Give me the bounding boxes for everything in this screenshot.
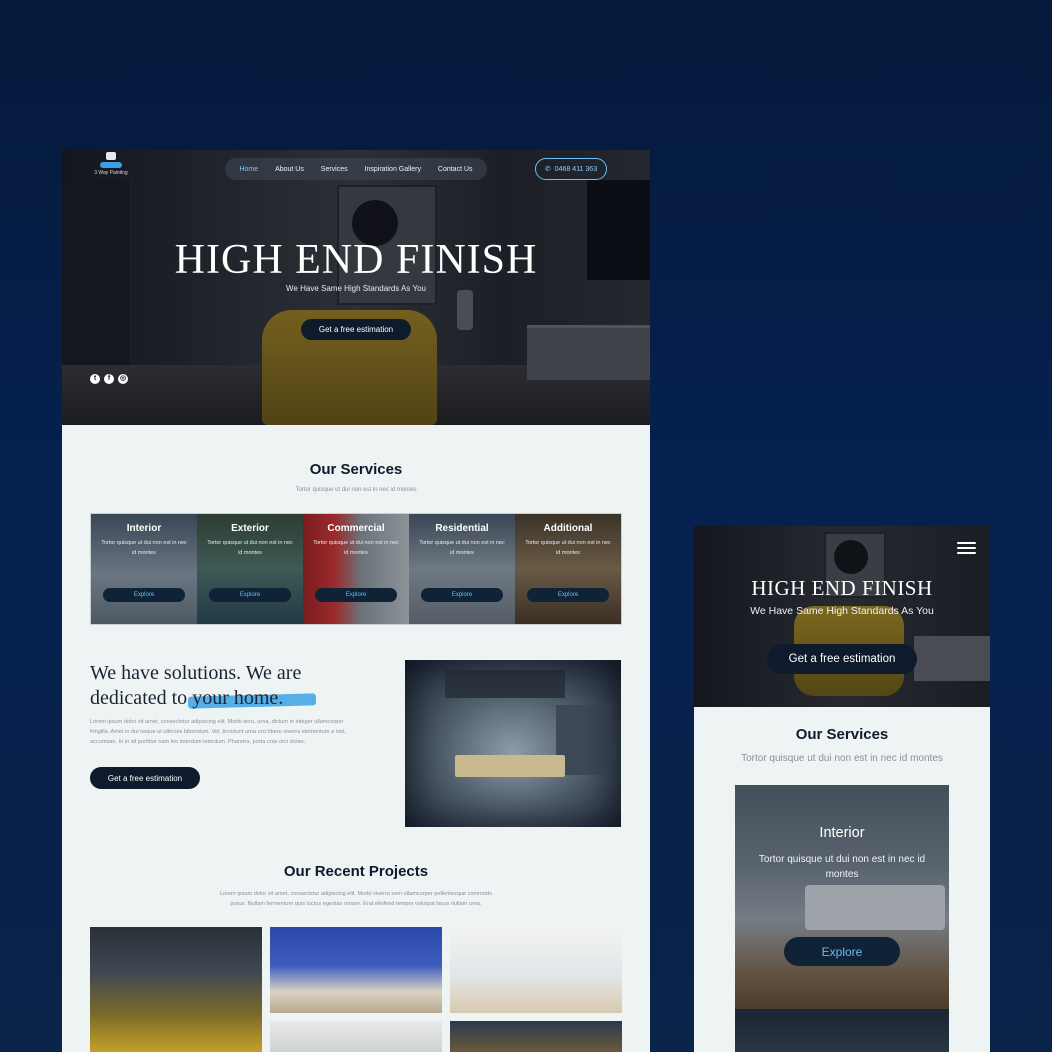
mobile-hero-subtitle: We Have Same High Standards As You bbox=[750, 605, 934, 617]
instagram-icon[interactable]: ◎ bbox=[118, 374, 128, 384]
phone-number: 0468 411 363 bbox=[554, 165, 598, 173]
logo-icon bbox=[106, 152, 116, 160]
mobile-mockup: HIGH END FINISH We Have Same High Standa… bbox=[694, 526, 990, 1052]
mobile-services-subtitle: Tortor quisque ut dui non est in nec id … bbox=[741, 753, 943, 764]
social-links: t f ◎ bbox=[90, 374, 128, 384]
solutions-heading-prefix: dedicated to bbox=[90, 687, 193, 709]
solutions-heading-line1: We have solutions. We are bbox=[90, 662, 302, 684]
service-text: Tortor quisque ut dui non est in nec id … bbox=[525, 540, 611, 556]
hero-title: HIGH END FINISH bbox=[174, 237, 538, 283]
service-title: Residential bbox=[435, 523, 489, 534]
service-title: Interior bbox=[819, 825, 865, 841]
solutions-body: Lorem ipsum dolor sit amet, consectetur … bbox=[90, 719, 346, 745]
explore-button[interactable]: Explore bbox=[421, 588, 503, 602]
services-title: Our Services bbox=[309, 461, 403, 478]
hamburger-menu-icon[interactable] bbox=[957, 542, 976, 556]
service-card-commercial[interactable]: Commercial Tortor quisque ut dui non est… bbox=[303, 514, 409, 624]
explore-button[interactable]: Explore bbox=[527, 588, 609, 602]
service-title: Commercial bbox=[327, 523, 385, 534]
solutions-heading: We have solutions. We are dedicated to y… bbox=[90, 661, 390, 711]
nav-services[interactable]: Services bbox=[321, 166, 348, 173]
service-text: Tortor quisque ut dui non est in nec id … bbox=[101, 540, 187, 556]
explore-button[interactable]: Explore bbox=[784, 937, 900, 966]
project-tile[interactable] bbox=[450, 1021, 622, 1052]
service-card-interior[interactable]: Interior Tortor quisque ut dui non est i… bbox=[91, 514, 197, 624]
explore-button[interactable]: Explore bbox=[315, 588, 397, 602]
solutions-heading-highlight: your home. bbox=[188, 686, 317, 711]
main-nav: Home About Us Services Inspiration Galle… bbox=[225, 158, 487, 180]
service-title: Additional bbox=[543, 523, 593, 534]
nav-contact-us[interactable]: Contact Us bbox=[438, 166, 473, 173]
mobile-service-card-interior[interactable]: Interior Tortor quisque ut dui non est i… bbox=[735, 785, 949, 1009]
facebook-icon[interactable]: f bbox=[104, 374, 114, 384]
project-tile[interactable] bbox=[270, 927, 442, 1013]
projects-subtitle: Lorem ipsum dolor sit amet, consectetur … bbox=[219, 891, 493, 907]
project-tile[interactable] bbox=[270, 1021, 442, 1052]
services-row: Interior Tortor quisque ut dui non est i… bbox=[90, 513, 622, 625]
service-title: Exterior bbox=[231, 523, 269, 534]
hero-estimate-button[interactable]: Get a free estimation bbox=[301, 319, 411, 340]
project-tile[interactable] bbox=[90, 927, 262, 1052]
service-text: Tortor quisque ut dui non est in nec id … bbox=[313, 540, 399, 556]
explore-button[interactable]: Explore bbox=[103, 588, 185, 602]
hero-section: 3 Way Painting Home About Us Services In… bbox=[62, 150, 650, 425]
projects-title: Our Recent Projects bbox=[283, 863, 429, 880]
phone-icon: ✆ bbox=[544, 166, 551, 173]
mobile-estimate-button[interactable]: Get a free estimation bbox=[767, 644, 917, 674]
mobile-hero-title: HIGH END FINISH bbox=[751, 576, 933, 600]
service-text: Tortor quisque ut dui non est in nec id … bbox=[758, 854, 926, 880]
desktop-mockup: 3 Way Painting Home About Us Services In… bbox=[62, 150, 650, 1052]
nav-about-us[interactable]: About Us bbox=[275, 166, 304, 173]
twitter-icon[interactable]: t bbox=[90, 374, 100, 384]
service-card-additional[interactable]: Additional Tortor quisque ut dui non est… bbox=[515, 514, 621, 624]
phone-button[interactable]: ✆ 0468 411 363 bbox=[535, 158, 607, 180]
site-logo[interactable]: 3 Way Painting bbox=[88, 152, 134, 186]
kitchen-image bbox=[405, 660, 621, 827]
service-text: Tortor quisque ut dui non est in nec id … bbox=[419, 540, 505, 556]
services-subtitle: Tortor quisque ut dui non est in nec id … bbox=[295, 487, 417, 493]
logo-text: 3 Way Painting bbox=[94, 170, 128, 176]
service-card-exterior[interactable]: Exterior Tortor quisque ut dui non est i… bbox=[197, 514, 303, 624]
service-card-residential[interactable]: Residential Tortor quisque ut dui non es… bbox=[409, 514, 515, 624]
mobile-services-title: Our Services bbox=[795, 726, 889, 743]
service-text: Tortor quisque ut dui non est in nec id … bbox=[207, 540, 293, 556]
mobile-hero-section: HIGH END FINISH We Have Same High Standa… bbox=[694, 526, 990, 707]
nav-inspiration-gallery[interactable]: Inspiration Gallery bbox=[365, 166, 421, 173]
solutions-estimate-button[interactable]: Get a free estimation bbox=[90, 767, 200, 789]
hero-subtitle: We Have Same High Standards As You bbox=[286, 284, 426, 293]
mobile-service-card-next[interactable] bbox=[735, 1009, 949, 1052]
service-title: Interior bbox=[126, 523, 162, 534]
explore-button[interactable]: Explore bbox=[209, 588, 291, 602]
nav-home[interactable]: Home bbox=[239, 166, 258, 173]
project-tile[interactable] bbox=[450, 927, 622, 1013]
